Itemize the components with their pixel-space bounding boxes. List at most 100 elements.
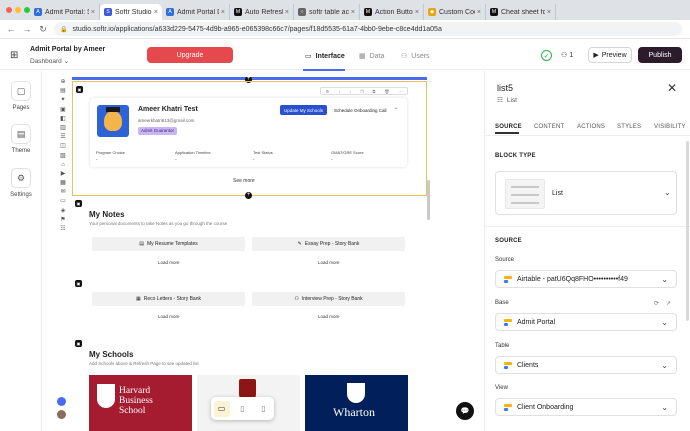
- back-icon[interactable]: ←: [6, 24, 16, 34]
- browser-tab[interactable]: ◆Custom Code×: [424, 4, 486, 20]
- upgrade-button[interactable]: Upgrade: [147, 47, 233, 63]
- close-icon[interactable]: ✕: [667, 81, 677, 95]
- tab-close-icon[interactable]: ×: [477, 9, 481, 16]
- block-icon[interactable]: ✉: [57, 188, 69, 197]
- harvard-school-card[interactable]: Harvard Business School: [89, 375, 192, 431]
- browser-tab[interactable]: ○ softr table acti ×: [294, 4, 360, 20]
- block-icon[interactable]: ◧: [57, 115, 69, 124]
- rail-theme[interactable]: ▤ Theme: [0, 124, 42, 154]
- block-type-icon[interactable]: ▣: [75, 340, 82, 347]
- refresh-icon[interactable]: ⟳: [654, 300, 659, 307]
- see-more-link[interactable]: See more: [233, 178, 255, 184]
- panel-scrollbar[interactable]: [686, 141, 689, 321]
- source-select[interactable]: Airtable - patU6Qq8FHO••••••••••f49 ⌄: [495, 270, 677, 288]
- tab-actions[interactable]: ACTIONS: [577, 124, 605, 130]
- schedule-call-button[interactable]: Schedule Onboarding Call ⌃: [331, 105, 401, 115]
- tab-close-icon[interactable]: ×: [415, 9, 419, 16]
- tab-styles[interactable]: STYLES: [617, 124, 641, 130]
- essay-prep-button[interactable]: ✎ Essay Prep - Story Bank: [252, 237, 405, 251]
- tablet-icon[interactable]: ▯: [235, 401, 251, 417]
- block-icon[interactable]: ☰: [57, 133, 69, 142]
- toolbar-duplicate-icon[interactable]: ❐: [360, 89, 364, 94]
- tab-interface[interactable]: ▭ Interface: [305, 52, 345, 61]
- add-block-bottom-icon[interactable]: +: [245, 192, 252, 199]
- tab-close-icon[interactable]: ×: [285, 9, 289, 16]
- block-icon[interactable]: ▥: [57, 124, 69, 133]
- block-type-selector[interactable]: List ⌄: [495, 171, 677, 215]
- canvas-scrollbar[interactable]: [427, 180, 430, 220]
- block-type-icon[interactable]: ▣: [75, 280, 82, 287]
- block-type-icon[interactable]: ▣: [75, 200, 82, 207]
- mobile-icon[interactable]: ▯: [256, 401, 272, 417]
- toolbar-delete-icon[interactable]: 🗑: [384, 89, 389, 94]
- block-icon[interactable]: ▦: [57, 179, 69, 188]
- collaborators-count[interactable]: ⚇ 1: [561, 51, 573, 59]
- load-more-button[interactable]: Load more: [318, 260, 340, 265]
- page-selector[interactable]: Dashboard ⌄: [30, 57, 69, 65]
- browser-tab[interactable]: M Action Button ×: [360, 4, 424, 20]
- tab-close-icon[interactable]: ×: [221, 9, 225, 16]
- reload-icon[interactable]: ↻: [38, 24, 48, 35]
- toolbar-settings-icon[interactable]: ⚙: [325, 89, 329, 94]
- rail-settings[interactable]: ⚙ Settings: [0, 168, 42, 198]
- wharton-school-card[interactable]: Wharton: [305, 375, 408, 431]
- browser-tab[interactable]: M Cheat sheet fo ×: [486, 4, 556, 20]
- publish-button[interactable]: Publish: [638, 47, 682, 63]
- tab-close-icon[interactable]: ×: [547, 9, 551, 16]
- block-icon[interactable]: ◫: [57, 142, 69, 151]
- minimize-window-button[interactable]: [15, 7, 21, 13]
- block-icon[interactable]: ▶: [57, 170, 69, 179]
- block-name[interactable]: list5: [497, 83, 513, 93]
- help-icon[interactable]: [57, 397, 66, 406]
- desktop-icon[interactable]: ▭: [213, 400, 230, 417]
- tab-content[interactable]: CONTENT: [534, 124, 564, 130]
- block-icon[interactable]: ✦: [57, 96, 69, 105]
- preview-button[interactable]: ▶ Preview: [588, 47, 632, 63]
- tab-visibility[interactable]: VISIBILITY: [654, 124, 686, 130]
- load-more-button[interactable]: Load more: [158, 260, 180, 265]
- block-icon[interactable]: ☷: [57, 225, 69, 234]
- maximize-window-button[interactable]: [24, 7, 30, 13]
- block-icon[interactable]: ▭: [57, 197, 69, 206]
- forward-icon[interactable]: →: [22, 24, 32, 34]
- block-icon[interactable]: ⌂: [57, 161, 69, 170]
- url-input[interactable]: 🔒 studio.softr.io/applications/a633d229-…: [54, 22, 682, 36]
- tab-close-icon[interactable]: ×: [91, 9, 95, 16]
- load-more-button[interactable]: Load more: [318, 314, 340, 319]
- resume-templates-button[interactable]: ▤ My Resume Templates: [92, 237, 245, 251]
- base-select[interactable]: Admit Portal ⌄: [495, 313, 677, 331]
- avatar[interactable]: [57, 410, 66, 419]
- chat-icon[interactable]: 💬: [456, 402, 474, 420]
- reco-letters-button[interactable]: ▦ Reco Letters - Story Bank: [92, 292, 245, 306]
- toolbar-copy-icon[interactable]: ⧉: [373, 89, 376, 94]
- block-icon[interactable]: ◈: [57, 207, 69, 216]
- browser-tab[interactable]: A Admit Portal: S ×: [30, 4, 100, 20]
- close-window-button[interactable]: [6, 7, 12, 13]
- external-link-icon[interactable]: ↗: [666, 300, 671, 307]
- block-icon[interactable]: ⊕: [57, 78, 69, 87]
- app-name[interactable]: Admit Portal by Ameer: [30, 46, 105, 53]
- browser-tab[interactable]: S Softr Studio ×: [100, 4, 162, 20]
- browser-tab[interactable]: A Admit Portal D ×: [162, 4, 230, 20]
- toolbar-more-icon[interactable]: ⋯: [398, 89, 402, 94]
- rail-pages[interactable]: ▢ Pages: [0, 81, 42, 111]
- tab-source[interactable]: SOURCE: [495, 124, 522, 130]
- tab-close-icon[interactable]: ×: [154, 9, 158, 16]
- block-icon[interactable]: ▤: [57, 87, 69, 96]
- toolbar-down-icon[interactable]: ↓: [349, 89, 351, 94]
- tab-close-icon[interactable]: ×: [351, 9, 355, 16]
- toolbar-up-icon[interactable]: ↑: [338, 89, 340, 94]
- interview-prep-button[interactable]: ⚇ Interview Prep - Story Bank: [252, 292, 405, 306]
- block-icon[interactable]: ▧: [57, 152, 69, 161]
- block-icon[interactable]: ▣: [57, 106, 69, 115]
- update-schools-button[interactable]: Update My Schools: [280, 105, 327, 115]
- table-select[interactable]: Clients ⌄: [495, 356, 677, 374]
- tab-users[interactable]: ⚇ Users: [401, 52, 430, 61]
- apps-grid-icon[interactable]: ⊞: [10, 50, 18, 61]
- view-select[interactable]: Client Onboarding ⌄: [495, 398, 677, 416]
- selected-block-outline[interactable]: ▣ ⚙ ↑ ↓ ❐ ⧉ 🗑 ⋯ Ameer Khatri Test ameerk…: [72, 81, 427, 196]
- browser-tab[interactable]: MAuto Refresh l×: [230, 4, 294, 20]
- tab-data[interactable]: ▦ Data: [359, 52, 384, 61]
- block-icon[interactable]: ⚑: [57, 216, 69, 225]
- load-more-button[interactable]: Load more: [158, 314, 180, 319]
